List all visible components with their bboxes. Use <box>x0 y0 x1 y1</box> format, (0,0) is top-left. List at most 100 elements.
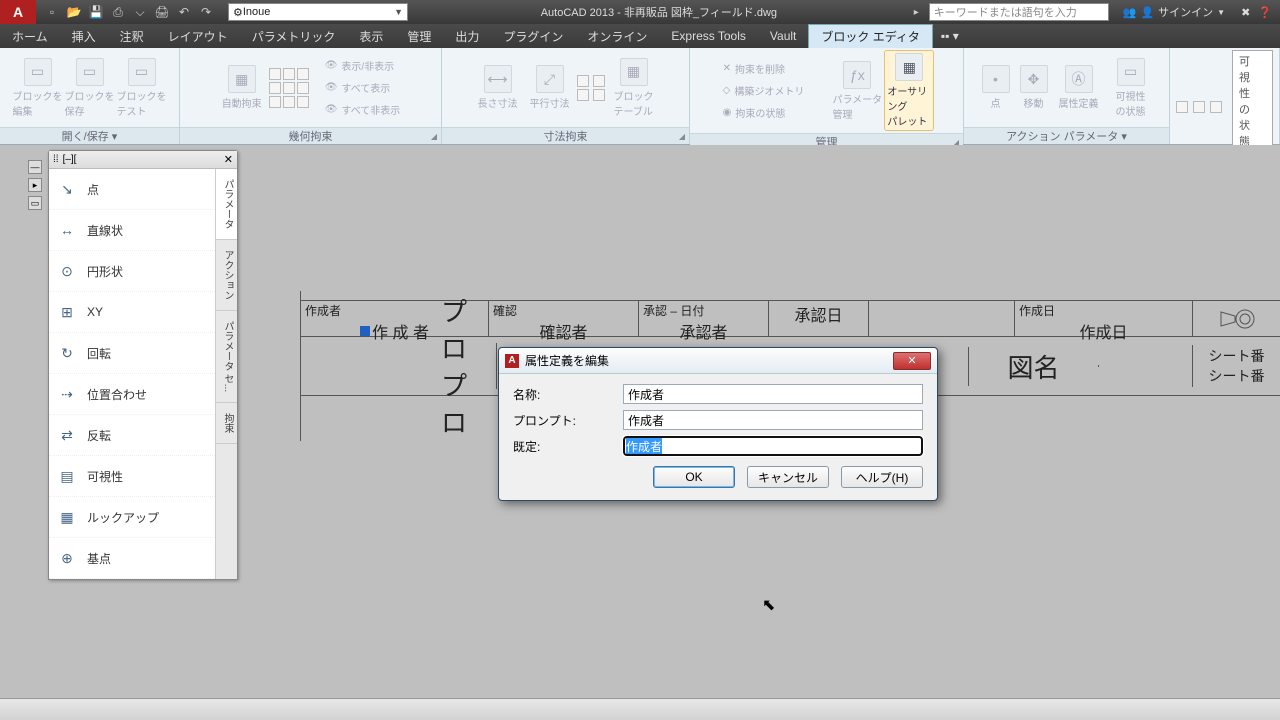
close-icon[interactable]: ✕ <box>224 153 233 166</box>
redo-icon[interactable]: ↷ <box>198 4 214 20</box>
tab-manage[interactable]: 管理 <box>395 24 443 48</box>
auto-constrain-button[interactable]: ▦自動拘束 <box>217 65 267 110</box>
anchor-box-icon[interactable]: ▭ <box>28 196 42 210</box>
palette-item-lookup[interactable]: ▦ルックアップ <box>49 497 215 538</box>
palette-tab-paramset[interactable]: パラメータ セ... <box>216 311 237 403</box>
tab-home[interactable]: ホーム <box>0 24 60 48</box>
tab-plugin[interactable]: プラグイン <box>491 24 575 48</box>
tab-online[interactable]: オンライン <box>575 24 659 48</box>
tab-block-editor[interactable]: ブロック エディタ <box>808 24 933 48</box>
new-icon[interactable]: ▫ <box>44 4 60 20</box>
rotate-icon: ↻ <box>57 343 77 363</box>
tb-sheet2: シート番 <box>1209 366 1265 386</box>
palette-item-linear[interactable]: ↔直線状 <box>49 210 215 251</box>
palette-tab-constraint[interactable]: 拘束 <box>216 403 237 444</box>
palette-tab-action[interactable]: アクション <box>216 240 237 311</box>
palette-item-rotation[interactable]: ↻回転 <box>49 333 215 374</box>
tab-annotate[interactable]: 注釈 <box>108 24 156 48</box>
attr-def-button[interactable]: Ⓐ属性定義 <box>1054 65 1104 110</box>
tab-view[interactable]: 表示 <box>347 24 395 48</box>
param-manager-button[interactable]: ƒxパラメータ 管理 <box>832 61 882 121</box>
point-button[interactable]: •点 <box>978 65 1014 110</box>
tab-layout[interactable]: レイアウト <box>156 24 240 48</box>
saveas-icon[interactable]: ⎙ <box>110 4 126 20</box>
point-icon: ↘ <box>57 179 77 199</box>
show-hide-button[interactable]: 👁表示/非表示 <box>321 56 405 76</box>
status-bar[interactable] <box>0 698 1280 720</box>
palette-tab-parameter[interactable]: パラメータ <box>216 169 237 240</box>
constraint-status-button[interactable]: ◉拘束の状態 <box>719 103 809 123</box>
tab-parametric[interactable]: パラメトリック <box>240 24 348 48</box>
tab-express[interactable]: Express Tools <box>659 24 757 48</box>
tag-label: 名称: <box>513 386 623 403</box>
linear-dim-button[interactable]: ⟷長さ寸法 <box>473 65 523 110</box>
help-icon[interactable]: ❓ <box>1258 6 1272 19</box>
panel-dimensional[interactable]: 寸法拘束◢ <box>442 127 689 144</box>
block-table-button[interactable]: ▦ブロック テーブル <box>609 58 659 118</box>
anchor-arrow-icon[interactable]: ▸ <box>28 178 42 192</box>
palette-item-polar[interactable]: ⊙円形状 <box>49 251 215 292</box>
plot-icon[interactable]: ⌵ <box>132 4 148 20</box>
dim-grid[interactable] <box>577 75 607 101</box>
gear-icon: ⚙ <box>233 6 243 19</box>
edit-block-button[interactable]: ▭ブロックを編集 <box>13 58 63 118</box>
palette-list: ↘点 ↔直線状 ⊙円形状 ⊞XY ↻回転 ⇢位置合わせ ⇄反転 ▤可視性 ▦ルッ… <box>49 169 215 579</box>
palette-item-flip[interactable]: ⇄反転 <box>49 415 215 456</box>
authoring-palette-button[interactable]: ▦オーサリング パレット <box>884 50 934 131</box>
quick-access-toolbar: ▫ 📂 💾 ⎙ ⌵ 🖨 ↶ ↷ <box>36 4 222 20</box>
cancel-button[interactable]: キャンセル <box>747 466 829 488</box>
tab-output[interactable]: 出力 <box>443 24 491 48</box>
save-icon[interactable]: 💾 <box>88 4 104 20</box>
panel-geometric[interactable]: 幾何拘束◢ <box>180 127 441 144</box>
show-all-button[interactable]: 👁すべて表示 <box>321 78 405 98</box>
workspace-selector[interactable]: ⚙ Inoue ▼ <box>228 3 408 21</box>
prompt-label: プロンプト: <box>513 412 623 429</box>
app-logo[interactable]: A <box>0 0 36 24</box>
anchor-pin-icon[interactable]: — <box>28 160 42 174</box>
signin-label: サインイン <box>1158 4 1213 20</box>
ok-button[interactable]: OK <box>653 466 735 488</box>
aligned-dim-button[interactable]: ⤢平行寸法 <box>525 65 575 110</box>
exchange-icon[interactable]: ✖ <box>1241 6 1250 19</box>
palette-item-xy[interactable]: ⊞XY <box>49 292 215 333</box>
palette-item-point[interactable]: ↘点 <box>49 169 215 210</box>
sign-in[interactable]: 👥 👤 サインイン ▼ <box>1115 4 1233 20</box>
tab-overflow[interactable]: ▪▪ ▾ <box>933 24 967 48</box>
default-input[interactable] <box>623 436 923 456</box>
help-button[interactable]: ヘルプ(H) <box>841 466 923 488</box>
search-input[interactable]: キーワードまたは語句を入力 <box>929 3 1109 21</box>
constraint-grid[interactable] <box>269 68 309 108</box>
person-icon: 👤 <box>1140 6 1154 19</box>
move-button[interactable]: ✥移動 <box>1016 65 1052 110</box>
open-icon[interactable]: 📂 <box>66 4 82 20</box>
vis-grid[interactable] <box>1176 101 1224 113</box>
hide-all-button[interactable]: 👁すべて非表示 <box>321 100 405 120</box>
palette-grip-icon[interactable]: ⁞⁞ <box>53 154 59 165</box>
palette-item-visibility[interactable]: ▤可視性 <box>49 456 215 497</box>
tb-check-value: 確認者 <box>539 319 587 343</box>
delete-constraint-button[interactable]: ✕拘束を削除 <box>719 59 809 79</box>
tb-approve-value: 承認者 <box>679 319 727 343</box>
vis-state-button[interactable]: ▭可視性 の状態 <box>1106 58 1156 118</box>
palette-item-basepoint[interactable]: ⊕基点 <box>49 538 215 579</box>
test-block-button[interactable]: ▭ブロックをテスト <box>117 58 167 118</box>
undo-icon[interactable]: ↶ <box>176 4 192 20</box>
tab-vault[interactable]: Vault <box>758 24 808 48</box>
panel-action-param[interactable]: アクション パラメータ ▾ <box>964 127 1169 144</box>
panel-open-save[interactable]: 開く/保存 ▾ <box>0 127 179 144</box>
construction-geom-button[interactable]: ◇構築ジオメトリ <box>719 81 809 101</box>
print-icon[interactable]: 🖨 <box>154 4 170 20</box>
search-dd-icon[interactable]: ▸ <box>910 7 923 18</box>
save-block-button[interactable]: ▭ブロックを保存 <box>65 58 115 118</box>
chevron-down-icon: ▼ <box>1217 8 1225 17</box>
geom-icon: ◇ <box>723 85 731 96</box>
tab-insert[interactable]: 挿入 <box>60 24 108 48</box>
palette-header[interactable]: ⁞⁞ [–][ ✕ <box>49 151 237 169</box>
dialog-titlebar[interactable]: A 属性定義を編集 ✕ <box>499 348 937 374</box>
dialog-title: 属性定義を編集 <box>525 352 609 369</box>
tb-created-label: 作成日 <box>1019 302 1188 319</box>
prompt-input[interactable] <box>623 410 923 430</box>
close-button[interactable]: ✕ <box>893 352 931 370</box>
palette-item-alignment[interactable]: ⇢位置合わせ <box>49 374 215 415</box>
tag-input[interactable] <box>623 384 923 404</box>
